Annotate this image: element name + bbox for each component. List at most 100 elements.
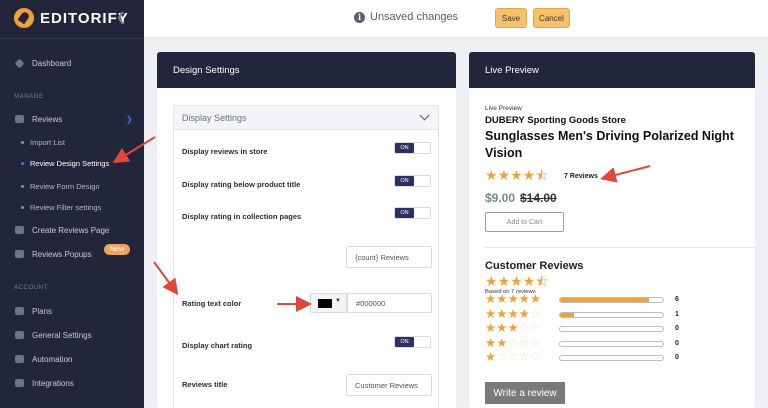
star-icon: ★ [529, 292, 542, 306]
row-stars: ★ ★ ★ ☆ ☆ [485, 322, 541, 335]
sidebar-item-reviews-popups[interactable]: Reviews Popups New [0, 244, 144, 263]
sidebar-item-label: Review Design Settings [30, 158, 110, 168]
sidebar-item-create-reviews-page[interactable]: Create Reviews Page [0, 221, 144, 239]
distribution-bar [559, 297, 664, 303]
unsaved-changes-notice: i Unsaved changes [354, 11, 458, 23]
empty-star-icon: ☆ [518, 321, 530, 335]
row-stars: ★ ☆ ☆ ☆ ☆ [485, 351, 541, 364]
sidebar-item-label: Automation [32, 354, 73, 364]
live-preview-title: Live Preview [469, 52, 755, 88]
star-icon: ★ [518, 306, 530, 321]
star-icon: ★ [485, 306, 497, 321]
plans-icon [15, 307, 24, 315]
star-icon: ★ [497, 167, 511, 183]
product-title: Sunglasses Men's Driving Polarized Night… [485, 129, 734, 160]
sidebar-item-general-settings[interactable]: General Settings [0, 326, 144, 344]
star-icon: ★ [485, 350, 497, 364]
half-star-icon: ⯪ [535, 167, 549, 183]
rocket-logo-icon [14, 8, 34, 28]
display-reviews-in-store-label: Display reviews in store [182, 147, 268, 156]
distribution-bar [559, 326, 664, 332]
preview-small-label: Live Preview [485, 105, 522, 112]
display-settings-header[interactable]: Display Settings [174, 106, 438, 130]
star-icon: ★ [496, 335, 508, 350]
display-settings-title: Display Settings [182, 112, 247, 123]
empty-star-icon: ☆ [529, 321, 542, 335]
display-chart-rating-label: Display chart rating [182, 341, 253, 350]
sidebar-item-dashboard[interactable]: Dashboard [0, 54, 144, 72]
display-rating-below-title-toggle[interactable]: ON [394, 175, 431, 187]
integrations-icon [15, 379, 24, 387]
star-icon: ★ [507, 292, 519, 306]
sidebar-item-label: Review Form Design [30, 181, 100, 191]
row-stars: ★ ★ ★ ★ ☆ [485, 306, 541, 321]
sidebar-subitem-review-design-settings[interactable]: Review Design Settings [0, 154, 144, 172]
distribution-count: 6 [675, 296, 679, 303]
sidebar: EDITORIFY ❮ Dashboard MANAGE Reviews ❯ I… [0, 0, 144, 408]
collapse-sidebar-icon[interactable]: ❮ [116, 10, 126, 24]
dashboard-icon [14, 58, 25, 68]
top-bar: i Unsaved changes Save Cancel [144, 0, 768, 38]
star-icon: ★ [522, 167, 536, 183]
sidebar-item-automation[interactable]: Automation [0, 350, 144, 368]
star-icon: ★ [496, 321, 508, 335]
sidebar-item-label: Integrations [32, 378, 74, 388]
star-icon: ★ [485, 167, 498, 183]
star-icon: ★ [496, 306, 508, 321]
star-icon: ★ [510, 273, 523, 289]
star-icon: ★ [496, 292, 508, 306]
sidebar-item-label: Plans [32, 306, 53, 316]
reviews-title-input[interactable]: Customer Reviews [346, 374, 432, 396]
write-review-button[interactable]: Write a review [485, 382, 565, 404]
save-button[interactable]: Save [495, 8, 527, 28]
row-stars: ★ ★ ★ ★ ★ [485, 293, 541, 306]
sidebar-item-plans[interactable]: Plans [0, 302, 144, 320]
rating-text-color-input[interactable]: #000000 [347, 293, 432, 313]
reviews-count-format-input[interactable]: {count} Reviews [346, 246, 432, 268]
sidebar-subitem-review-form-design[interactable]: Review Form Design [0, 177, 144, 195]
chevron-down-icon[interactable] [419, 110, 430, 121]
display-rating-collection-toggle[interactable]: ON [394, 207, 431, 219]
empty-star-icon: ☆ [518, 350, 530, 364]
toggle-on-label: ON [395, 176, 414, 186]
store-name: DUBERY Sporting Goods Store [485, 115, 626, 126]
add-to-cart-button[interactable]: Add to Cart [485, 212, 564, 232]
row-stars: ★ ★ ☆ ☆ ☆ [485, 335, 541, 350]
rating-text-color-label: Rating text color [182, 299, 242, 308]
star-icon: ★ [485, 273, 498, 289]
sidebar-subitem-review-filter-settings[interactable]: Review Filter settings [0, 198, 144, 216]
sidebar-subitem-import-list[interactable]: Import List [0, 133, 144, 151]
reviews-count-link[interactable]: 7 Reviews [564, 173, 598, 180]
bullet-icon [21, 184, 24, 188]
reviews-title-label: Reviews title [182, 380, 228, 389]
design-settings-title: Design Settings [157, 52, 456, 88]
design-settings-card: Design Settings Display Settings Display… [157, 52, 456, 408]
sidebar-item-integrations[interactable]: Integrations [0, 374, 144, 392]
sidebar-item-label: Dashboard [32, 58, 72, 68]
caret-down-icon: ▼ [335, 298, 341, 304]
cancel-button[interactable]: Cancel [533, 8, 570, 28]
color-picker-button[interactable]: ▼ [310, 293, 347, 313]
toggle-on-label: ON [395, 337, 414, 347]
customer-reviews-title: Customer Reviews [485, 260, 584, 272]
info-icon: i [354, 11, 365, 23]
section-heading-account: ACCOUNT [14, 285, 48, 291]
display-settings-panel: Display Settings Display reviews in stor… [173, 105, 439, 408]
divider [485, 247, 755, 248]
section-heading-manage: MANAGE [14, 94, 44, 100]
sidebar-item-label: Create Reviews Page [32, 225, 110, 235]
star-icon: ★ [522, 273, 536, 289]
chevron-right-icon: ❯ [126, 114, 133, 124]
sidebar-item-reviews[interactable]: Reviews ❯ [0, 110, 144, 128]
sidebar-item-label: Reviews [32, 114, 63, 124]
empty-star-icon: ☆ [529, 350, 542, 364]
display-chart-rating-toggle[interactable]: ON [394, 336, 431, 348]
star-icon: ★ [510, 167, 523, 183]
star-icon: ★ [507, 321, 519, 335]
display-reviews-in-store-toggle[interactable]: ON [394, 142, 431, 154]
toggle-on-label: ON [395, 208, 414, 218]
app-logo[interactable]: EDITORIFY [14, 6, 129, 30]
unsaved-changes-text: Unsaved changes [370, 11, 459, 23]
distribution-count: 0 [675, 354, 679, 361]
distribution-bar [559, 340, 664, 347]
